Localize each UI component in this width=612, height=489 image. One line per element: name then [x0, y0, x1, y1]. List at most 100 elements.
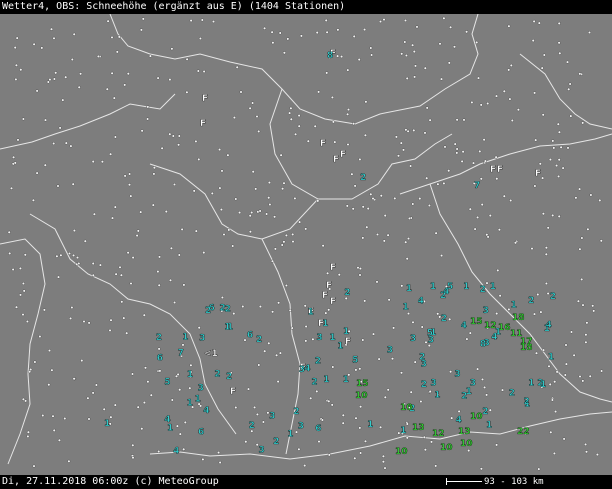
station-dot: [588, 31, 592, 35]
station-dot: [581, 121, 585, 125]
station-dot: [394, 135, 398, 139]
snow-depth-label: 4: [546, 321, 552, 331]
station-dot: [436, 182, 440, 186]
snow-depth-label: 3: [428, 336, 434, 346]
snow-depth-label: 2: [528, 296, 534, 306]
station-dot: [217, 451, 221, 455]
station-dot: [379, 425, 383, 429]
station-dot: [364, 100, 368, 104]
snow-depth-map[interactable]: F F F F F F F F F F F F F F F F F F <1 8 2 7 1 2 4 3 2 1 6 1 3 4 5 2 1 3 2 1 2…: [0, 14, 612, 475]
station-dot: [347, 108, 351, 112]
station-dot: [599, 239, 603, 243]
station-dot: [460, 159, 464, 163]
station-dot: [267, 196, 271, 200]
station-dot: [80, 359, 84, 363]
snow-depth-label: 1: [343, 327, 349, 337]
station-dot: [113, 205, 117, 209]
station-dot: [70, 306, 74, 310]
station-dot: [291, 240, 295, 244]
station-dot: [118, 265, 122, 269]
snow-depth-label: 6: [315, 424, 321, 434]
snow-depth-large-label: 18: [512, 313, 525, 323]
snow-depth-label: 2: [550, 292, 556, 302]
station-dot: [403, 40, 407, 44]
station-dot: [8, 251, 12, 255]
station-dot: [494, 155, 498, 159]
snow-depth-label: 1: [490, 282, 496, 292]
station-dot: [175, 424, 179, 428]
snow-depth-label: 1: [540, 380, 546, 390]
station-dot: [183, 420, 187, 424]
snow-depth-label: 4: [203, 406, 209, 416]
station-dot: [72, 377, 76, 381]
snow-depth-label: 7: [474, 181, 480, 191]
station-dot: [129, 282, 133, 286]
station-dot: [485, 281, 489, 285]
snow-depth-large-label: 10: [440, 443, 453, 453]
station-dot: [480, 203, 484, 207]
station-dot: [408, 216, 412, 220]
station-dot: [234, 406, 238, 410]
station-dot: [472, 161, 476, 165]
station-dot: [253, 405, 257, 409]
station-dot: [483, 159, 487, 163]
station-dot: [455, 147, 459, 151]
station-dot: [280, 243, 284, 247]
station-dot: [501, 388, 505, 392]
station-dot: [531, 39, 535, 43]
snow-depth-label: 1: [463, 282, 469, 292]
station-dot: [72, 32, 76, 36]
station-dot: [13, 161, 17, 165]
station-dot: [508, 97, 512, 101]
station-dot: [341, 413, 345, 417]
station-dot: [558, 51, 562, 55]
snow-depth-label: 5: [164, 377, 170, 387]
station-dot: [428, 390, 432, 394]
snow-depth-label: 2: [480, 285, 486, 295]
station-dot: [261, 420, 265, 424]
station-dot: [364, 439, 368, 443]
station-dot: [218, 148, 222, 152]
station-dot: [139, 210, 143, 214]
station-dot: [485, 393, 489, 397]
station-dot: [453, 45, 457, 49]
station-dot: [409, 164, 413, 168]
station-dot: [580, 277, 584, 281]
frost-label: F: [330, 263, 336, 273]
station-dot: [405, 257, 409, 261]
station-dot: [422, 435, 426, 439]
station-dot: [365, 225, 369, 229]
snow-depth-label: 1: [323, 375, 329, 385]
station-dot: [189, 19, 193, 23]
station-dot: [570, 330, 574, 334]
station-dot: [291, 232, 295, 236]
station-dot: [345, 204, 349, 208]
station-dot: [495, 312, 499, 316]
station-dot: [592, 309, 596, 313]
snow-depth-label: 1: [104, 419, 110, 429]
station-dot: [67, 251, 71, 255]
station-dot: [94, 383, 98, 387]
station-dot: [586, 227, 590, 231]
snow-depth-label: 1: [466, 387, 472, 397]
snow-depth-label: 1: [400, 426, 406, 436]
footer-bar: Di, 27.11.2018 06:00z (c) MeteoGroup 93 …: [0, 475, 612, 489]
snow-depth-large-label: 12: [432, 429, 445, 439]
station-dot: [142, 313, 146, 317]
station-dot: [70, 58, 74, 62]
station-dot: [551, 139, 555, 143]
station-dot: [263, 349, 267, 353]
station-dot: [447, 61, 451, 65]
snow-depth-label: 1: [224, 322, 230, 332]
station-dot: [516, 108, 520, 112]
station-dot: [251, 101, 255, 105]
station-dot: [294, 132, 298, 136]
station-dot: [176, 372, 180, 376]
station-dot: [496, 268, 500, 272]
station-dot: [331, 365, 335, 369]
station-dot: [157, 255, 161, 259]
station-dot: [197, 157, 201, 161]
station-dot: [38, 335, 42, 339]
snow-depth-large-label: 12: [484, 321, 497, 331]
station-dot: [112, 96, 116, 100]
